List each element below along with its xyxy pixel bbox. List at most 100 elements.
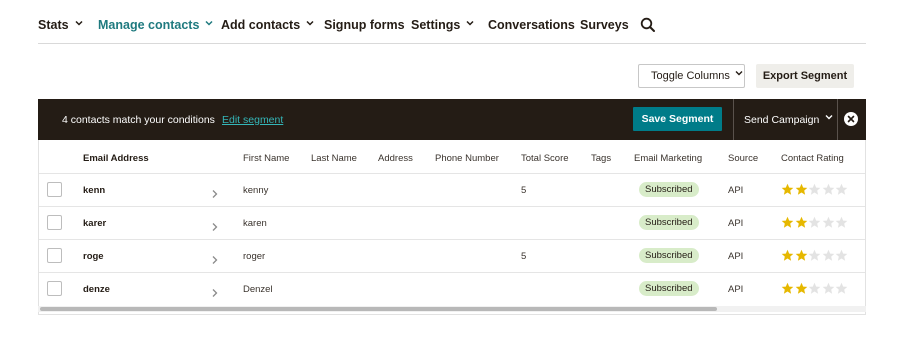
star-empty-icon[interactable] bbox=[808, 216, 821, 229]
row-checkbox[interactable] bbox=[47, 248, 62, 263]
star-empty-icon[interactable] bbox=[835, 216, 848, 229]
nav-item-settings[interactable]: Settings bbox=[411, 18, 474, 32]
chevron-right-icon[interactable] bbox=[211, 252, 219, 264]
nav-item-signup-forms[interactable]: Signup forms bbox=[324, 18, 405, 32]
cell-email[interactable]: denze bbox=[83, 284, 110, 295]
star-empty-icon[interactable] bbox=[808, 282, 821, 295]
table-row[interactable]: roge roger 5 Subscribed API bbox=[39, 239, 865, 272]
nav-item-label: Conversations bbox=[488, 18, 575, 32]
nav-item-manage-contacts[interactable]: Manage contacts bbox=[98, 18, 213, 32]
column-header-address[interactable]: Address bbox=[378, 153, 413, 164]
chevron-down-icon bbox=[466, 19, 474, 27]
toggle-columns-label: Toggle Columns bbox=[651, 70, 730, 82]
status-badge: Subscribed bbox=[639, 281, 699, 296]
search-icon[interactable] bbox=[640, 17, 656, 33]
chevron-right-icon[interactable] bbox=[211, 186, 219, 198]
row-checkbox[interactable] bbox=[47, 215, 62, 230]
close-icon[interactable] bbox=[844, 112, 858, 126]
star-filled-icon[interactable] bbox=[795, 216, 808, 229]
star-filled-icon[interactable] bbox=[795, 183, 808, 196]
nav-item-label: Signup forms bbox=[324, 18, 405, 32]
cell-email[interactable]: karer bbox=[83, 218, 106, 229]
chevron-down-icon bbox=[306, 19, 314, 27]
save-segment-label: Save Segment bbox=[641, 113, 714, 125]
star-filled-icon[interactable] bbox=[781, 216, 794, 229]
chevron-down-icon bbox=[75, 19, 83, 27]
cell-source: API bbox=[728, 284, 744, 295]
star-empty-icon[interactable] bbox=[822, 216, 835, 229]
nav-item-add-contacts[interactable]: Add contacts bbox=[221, 18, 314, 32]
nav-item-label: Manage contacts bbox=[98, 18, 200, 32]
cell-email[interactable]: roge bbox=[83, 251, 104, 262]
nav-item-label: Settings bbox=[411, 18, 461, 32]
star-empty-icon[interactable] bbox=[808, 249, 821, 262]
scrollbar-thumb[interactable] bbox=[40, 307, 717, 311]
status-badge: Subscribed bbox=[639, 248, 699, 263]
cell-email[interactable]: kenn bbox=[83, 185, 105, 196]
export-segment-label: Export Segment bbox=[762, 70, 848, 82]
chevron-down-icon bbox=[825, 113, 833, 121]
column-header-phone-number[interactable]: Phone Number bbox=[435, 153, 499, 164]
chevron-right-icon[interactable] bbox=[211, 219, 219, 231]
send-campaign-label: Send Campaign bbox=[744, 114, 820, 126]
chevron-down-icon bbox=[205, 19, 213, 27]
column-header-email-marketing[interactable]: Email Marketing bbox=[634, 153, 702, 164]
row-checkbox[interactable] bbox=[47, 182, 62, 197]
cell-source: API bbox=[728, 251, 744, 262]
top-navigation: Stats Manage contacts Add contacts Signu… bbox=[38, 0, 866, 44]
toggle-columns-button[interactable]: Toggle Columns bbox=[638, 64, 745, 88]
column-header-total-score[interactable]: Total Score bbox=[521, 153, 569, 164]
star-empty-icon[interactable] bbox=[835, 249, 848, 262]
column-header-last-name[interactable]: Last Name bbox=[311, 153, 357, 164]
contact-rating[interactable] bbox=[781, 282, 849, 296]
column-header-tags[interactable]: Tags bbox=[591, 153, 611, 164]
edit-segment-link[interactable]: Edit segment bbox=[222, 114, 283, 126]
star-empty-icon[interactable] bbox=[822, 282, 835, 295]
nav-item-label: Stats bbox=[38, 18, 69, 32]
chevron-right-icon[interactable] bbox=[211, 285, 219, 297]
horizontal-scrollbar[interactable] bbox=[38, 306, 866, 312]
table-row[interactable]: denze Denzel Subscribed API bbox=[39, 272, 865, 305]
status-badge: Subscribed bbox=[639, 215, 699, 230]
column-header-contact-rating[interactable]: Contact Rating bbox=[781, 153, 844, 164]
column-header-email[interactable]: Email Address bbox=[83, 153, 149, 164]
star-empty-icon[interactable] bbox=[835, 282, 848, 295]
contact-rating[interactable] bbox=[781, 216, 849, 230]
column-header-first-name[interactable]: First Name bbox=[243, 153, 289, 164]
cell-first-name: karen bbox=[243, 218, 267, 229]
star-filled-icon[interactable] bbox=[795, 249, 808, 262]
nav-item-label: Add contacts bbox=[221, 18, 301, 32]
nav-item-stats[interactable]: Stats bbox=[38, 18, 83, 32]
star-empty-icon[interactable] bbox=[835, 183, 848, 196]
divider bbox=[733, 99, 734, 140]
segment-match-count: 4 contacts match your conditions bbox=[62, 114, 215, 126]
nav-item-surveys[interactable]: Surveys bbox=[580, 18, 629, 32]
cell-source: API bbox=[728, 185, 744, 196]
save-segment-button[interactable]: Save Segment bbox=[633, 107, 722, 131]
star-filled-icon[interactable] bbox=[781, 183, 794, 196]
segment-bar: 4 contacts match your conditions Edit se… bbox=[38, 99, 866, 140]
status-badge: Subscribed bbox=[639, 182, 699, 197]
star-filled-icon[interactable] bbox=[781, 249, 794, 262]
cell-source: API bbox=[728, 218, 744, 229]
chevron-down-icon bbox=[735, 69, 743, 77]
contact-rating[interactable] bbox=[781, 183, 849, 197]
column-header-source[interactable]: Source bbox=[728, 153, 758, 164]
row-checkbox[interactable] bbox=[47, 281, 62, 296]
star-filled-icon[interactable] bbox=[795, 282, 808, 295]
nav-item-label: Surveys bbox=[580, 18, 629, 32]
table-row[interactable]: kenn kenny 5 Subscribed API bbox=[39, 173, 865, 206]
send-campaign-button[interactable]: Send Campaign bbox=[744, 113, 833, 126]
star-empty-icon[interactable] bbox=[808, 183, 821, 196]
export-segment-button[interactable]: Export Segment bbox=[756, 64, 854, 88]
cell-first-name: roger bbox=[243, 251, 266, 262]
cell-total-score: 5 bbox=[521, 185, 527, 196]
star-empty-icon[interactable] bbox=[822, 183, 835, 196]
contact-rating[interactable] bbox=[781, 249, 849, 263]
cell-total-score: 5 bbox=[521, 251, 527, 262]
divider bbox=[837, 99, 838, 140]
star-empty-icon[interactable] bbox=[822, 249, 835, 262]
nav-item-conversations[interactable]: Conversations bbox=[488, 18, 575, 32]
table-row[interactable]: karer karen Subscribed API bbox=[39, 206, 865, 239]
star-filled-icon[interactable] bbox=[781, 282, 794, 295]
